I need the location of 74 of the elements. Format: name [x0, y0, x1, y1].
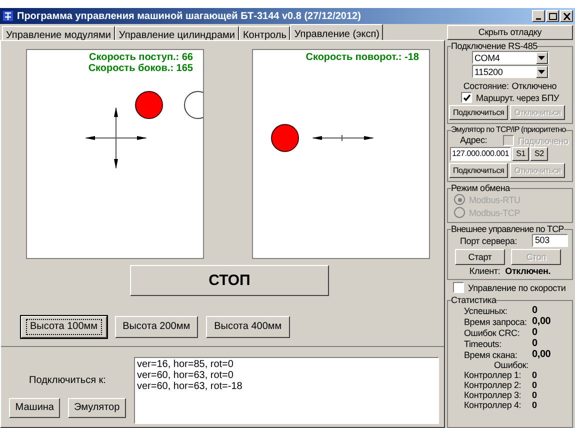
maximize-icon[interactable]	[546, 10, 559, 22]
group-title: Статистика	[451, 295, 496, 305]
dropdown[interactable]: COM4	[472, 51, 548, 64]
app-icon	[2, 10, 14, 22]
state-label: Состояние:	[463, 81, 509, 91]
connect-to-label: Подключиться к:	[29, 374, 106, 388]
stat-value: 0	[532, 328, 538, 338]
log-line: ver=60, hor=63, rot=0	[137, 370, 234, 381]
speed-control-label: Управление по скорости	[468, 282, 566, 292]
address-field[interactable]: 127.000.000.001	[450, 147, 512, 161]
stat-label: Время скана:	[464, 350, 518, 360]
preset-button[interactable]: S2	[530, 147, 548, 161]
controller-label: Контроллер 4:	[464, 400, 522, 410]
cross-arrows-drawing	[85, 107, 147, 169]
checkbox[interactable]	[461, 92, 472, 103]
stat-label: Время запроса:	[464, 316, 528, 326]
check-icon	[462, 94, 470, 102]
client-label: Клиент:	[469, 266, 500, 276]
tab[interactable]: Управление модулями	[2, 26, 115, 40]
log-line: ver=60, hor=63, rot=-18	[137, 381, 244, 392]
tab[interactable]: Управление (эксп)	[290, 24, 384, 40]
height-button[interactable]: Высота 400мм	[206, 316, 290, 338]
group-title: Режим обмена	[451, 183, 510, 193]
stat-value: 0	[532, 338, 538, 348]
group-title: Эмулятор по TCP/IP (приоритетно	[451, 125, 566, 135]
log-box[interactable]: ver=16, hor=85, rot=0 ver=60, hor=63, rot=0 ver=60, hor=63, rot=-18	[134, 357, 439, 424]
window-title: Программа управления машиной шагающей БТ-3144 v0.8 (27/12/2012)	[17, 10, 361, 24]
speed-label: Скорость поворот.: -18	[306, 52, 419, 63]
checkbox[interactable]	[453, 282, 464, 293]
position-marker	[135, 91, 163, 119]
controller-label: Контроллер 2:	[464, 380, 522, 390]
stat-label: Timeouts:	[464, 338, 502, 348]
port-field[interactable]: 503	[532, 234, 568, 247]
position-marker	[271, 124, 299, 152]
errors-label: Ошибок:	[493, 360, 530, 370]
tab[interactable]: Управление цилиндрами	[114, 26, 239, 40]
address-label: Адрес:	[460, 135, 488, 146]
close-icon[interactable]	[560, 10, 573, 22]
stat-value: 0,00	[532, 350, 551, 360]
hide-debug-button[interactable]: Скрыть отладку	[447, 25, 573, 40]
preset-button[interactable]: S1	[512, 147, 530, 161]
connect-button[interactable]: Подключиться	[449, 105, 508, 120]
stat-label: Ошибок CRC:	[464, 328, 521, 338]
controller-value: 0	[532, 370, 537, 380]
caret-icon	[538, 70, 545, 74]
controller-value: 0	[532, 400, 537, 410]
controller-value: 0	[532, 390, 537, 400]
stat-value: 0,00	[532, 316, 551, 326]
connect-target-button[interactable]: Машина	[9, 398, 60, 418]
speed-label: Скорость поступ.: 66	[88, 52, 193, 63]
group-title: Внешнее управление по TCP	[451, 224, 564, 234]
speed-label: Скорость боков.: 165	[88, 63, 193, 74]
controller-value: 0	[532, 380, 537, 390]
minimize-icon[interactable]	[532, 10, 545, 22]
connect-button[interactable]: Подключиться	[449, 163, 508, 178]
dropdown[interactable]: 115200	[472, 65, 548, 78]
controller-label: Контроллер 3:	[464, 390, 522, 400]
state-value: Отключено	[512, 81, 557, 91]
start-button[interactable]: Старт	[455, 249, 505, 265]
client-status: Отключен.	[505, 266, 551, 276]
stop-button[interactable]: СТОП	[130, 265, 329, 296]
connect-target-button[interactable]: Эмулятор	[68, 398, 126, 418]
height-button[interactable]: Высота 100мм	[21, 316, 107, 338]
port-label: Порт сервера:	[460, 236, 518, 246]
route-label: Маршрут. через БПУ	[476, 92, 559, 102]
stat-label: Успешных:	[464, 306, 508, 316]
stat-value: 0	[532, 306, 538, 316]
controller-label: Контроллер 1:	[464, 370, 522, 380]
height-button[interactable]: Высота 200мм	[114, 316, 198, 338]
group-title: Подключение RS-485	[451, 41, 538, 51]
horizontal-arrow-drawing	[312, 133, 374, 143]
tab[interactable]: Контроль	[238, 26, 290, 40]
log-line: ver=16, hor=85, rot=0	[137, 359, 234, 370]
caret-icon	[538, 56, 545, 60]
